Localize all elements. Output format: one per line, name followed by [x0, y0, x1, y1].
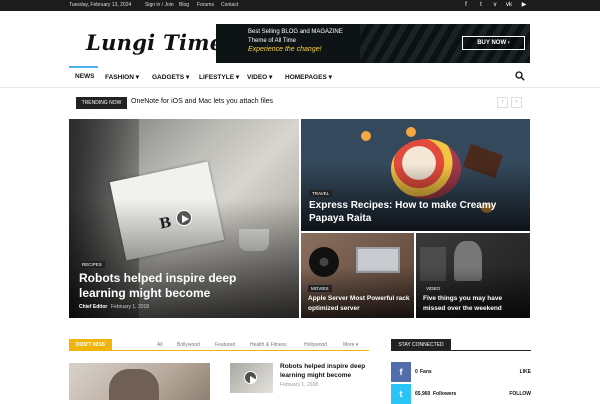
nav-item-homepages[interactable]: HOMEPAGES ▾: [285, 73, 332, 81]
twitter-icon[interactable]: t: [477, 1, 485, 9]
search-icon[interactable]: [515, 71, 525, 81]
buy-now-button[interactable]: BUY NOW ›: [462, 36, 525, 50]
featured-bottom-right-tile[interactable]: VIDEO Five things you may have missed ov…: [416, 233, 530, 318]
play-icon[interactable]: [176, 210, 192, 226]
featured-main-title-1[interactable]: Robots helped inspire deep: [79, 271, 236, 285]
tab-health-fitness[interactable]: Health & Fitness: [250, 342, 287, 348]
contact-link[interactable]: Contact: [221, 2, 238, 8]
trending-headline[interactable]: OneNote for iOS and Mac lets you attach …: [131, 98, 273, 105]
featured-top-right-title-1[interactable]: Express Recipes: How to make Creamy: [309, 200, 496, 211]
nav-item-news[interactable]: NEWS: [75, 73, 95, 80]
category-badge[interactable]: TRAVEL: [309, 190, 333, 197]
vimeo-icon[interactable]: v: [491, 1, 499, 9]
featured-bottom-right-title-2[interactable]: missed over the weekend: [423, 305, 502, 312]
tab-all[interactable]: All: [157, 342, 163, 348]
site-logo[interactable]: Lungi Times: [86, 30, 236, 55]
trending-now-label: TRENDING NOW: [76, 97, 127, 109]
twitter-count: 65,960: [415, 391, 431, 397]
dont-miss-label: DON'T MISS: [69, 339, 112, 351]
active-nav-indicator: [69, 66, 98, 68]
person-graphic: [109, 369, 159, 400]
blog-link[interactable]: Blog: [179, 2, 189, 8]
current-date: Tuesday, February 13, 2024: [69, 2, 132, 8]
trending-prev-button[interactable]: ‹: [497, 97, 508, 108]
tab-featured[interactable]: Featured: [215, 342, 235, 348]
dont-miss-thumb[interactable]: [230, 363, 273, 393]
facebook-row[interactable]: f 0 Fans LIKE: [391, 362, 531, 382]
dont-miss-post-date: February 1, 2018: [280, 382, 319, 388]
banner-line-1: Best Selling BLOG and MAGAZINE: [248, 29, 343, 35]
trending-next-button[interactable]: ›: [511, 97, 522, 108]
facebook-unit: Fans: [420, 369, 432, 375]
dont-miss-underline: [69, 350, 369, 351]
post-date: February 1, 2018: [111, 304, 150, 310]
vk-icon[interactable]: vk: [505, 1, 513, 9]
tab-more[interactable]: More ▾: [343, 342, 358, 348]
twitter-unit: Followers: [433, 391, 457, 397]
play-icon[interactable]: [244, 371, 257, 384]
banner-line-2: Theme of All Time: [248, 38, 297, 44]
featured-bottom-left-title-2[interactable]: optimized server: [308, 305, 360, 312]
post-author[interactable]: Chief Editor: [79, 304, 107, 310]
top-bar: Tuesday, February 13, 2024 Sign in / Joi…: [0, 0, 600, 11]
header-ad-banner[interactable]: Best Selling BLOG and MAGAZINE Theme of …: [216, 24, 530, 63]
facebook-icon[interactable]: f: [391, 362, 411, 382]
fruit-piece: [361, 131, 371, 141]
facebook-count: 0: [415, 369, 418, 375]
featured-bottom-left-title-1[interactable]: Apple Server Most Powerful rack: [308, 295, 410, 302]
twitter-row[interactable]: t 65,960 Followers FOLLOW: [391, 384, 531, 404]
nav-item-video[interactable]: VIDEO ▾: [247, 73, 272, 81]
fruit-piece: [406, 127, 416, 137]
nav-item-gadgets[interactable]: GADGETS ▾: [152, 73, 189, 81]
featured-top-right-tile[interactable]: TRAVEL Express Recipes: How to make Crea…: [301, 119, 530, 231]
dont-miss-large-image[interactable]: [69, 363, 210, 400]
post-date-sep: -: [105, 304, 107, 310]
featured-bottom-left-tile[interactable]: MOVIES Apple Server Most Powerful rack o…: [301, 233, 414, 318]
category-badge[interactable]: MOVIES: [308, 285, 332, 292]
nav-item-fashion[interactable]: FASHION ▾: [105, 73, 139, 81]
youtube-icon[interactable]: ▶: [520, 1, 528, 9]
follow-button[interactable]: FOLLOW: [509, 391, 531, 397]
like-button[interactable]: LIKE: [520, 369, 531, 375]
tab-bollywood[interactable]: Bollywood: [177, 342, 200, 348]
stay-connected-label: STAY CONNECTED: [391, 339, 451, 351]
dont-miss-post-title-2[interactable]: learning might become: [280, 372, 351, 379]
twitter-icon[interactable]: t: [391, 384, 411, 404]
featured-top-right-title-2[interactable]: Papaya Raita: [309, 213, 371, 224]
dont-miss-post-title-1[interactable]: Robots helped inspire deep: [280, 363, 365, 370]
forums-link[interactable]: Forums: [197, 2, 214, 8]
featured-main-tile[interactable]: B RECIPES Robots helped inspire deep lea…: [69, 119, 299, 318]
tab-hollywood[interactable]: Hollywood: [304, 342, 327, 348]
main-nav: NEWS FASHION ▾ GADGETS ▾ LIFESTYLE ▾ VID…: [0, 66, 600, 88]
category-badge[interactable]: RECIPES: [79, 261, 105, 268]
banner-line-3: Experience the change!: [248, 46, 322, 53]
featured-main-title-2[interactable]: learning might become: [79, 286, 210, 300]
sign-in-link[interactable]: Sign in / Join: [145, 2, 174, 8]
category-badge[interactable]: VIDEO: [423, 285, 444, 292]
nav-item-lifestyle[interactable]: LIFESTYLE ▾: [199, 73, 239, 81]
facebook-icon[interactable]: f: [462, 1, 470, 9]
featured-bottom-right-title-1[interactable]: Five things you may have: [423, 295, 502, 302]
